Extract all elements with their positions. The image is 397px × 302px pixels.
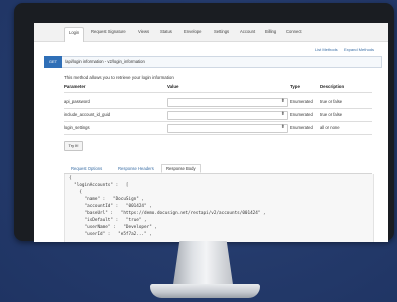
response-body-code[interactable]: { "loginAccounts" : [ { "name" : "DocuSi… (64, 174, 374, 242)
code-line: "userId" : "e5f7a2..." , (69, 232, 152, 237)
nav-tab-status[interactable]: Status (160, 27, 172, 37)
param-type: Enumerated (290, 125, 313, 130)
divider (64, 134, 372, 135)
code-line: "accountId" : "001424" , (69, 204, 152, 209)
select-arrow-icon: ⬍ (280, 124, 285, 130)
code-line: "loginAccounts" : [ (69, 183, 129, 188)
param-name: api_password (64, 99, 90, 104)
tab-request-options[interactable]: Request Options (71, 166, 102, 171)
select-arrow-icon: ⬍ (280, 111, 285, 117)
col-header-parameter: Parameter (64, 84, 86, 89)
param-type: Enumerated (290, 112, 313, 117)
param-value-select[interactable]: ⬍ (167, 124, 288, 133)
method-description: This method allows you to retrieve your … (64, 75, 174, 80)
param-description: true or false (320, 112, 343, 117)
http-verb-badge: GET (44, 56, 62, 68)
browser-screen: Login Request Signature Views Status Env… (34, 23, 388, 242)
code-line: { (69, 176, 72, 181)
nav-tab-billing[interactable]: Billing (265, 27, 276, 37)
nav-tab-envelope[interactable]: Envelope (184, 27, 201, 37)
nav-tab-connect[interactable]: Connect (286, 27, 302, 37)
param-description: true or false (320, 99, 343, 104)
select-arrow-icon: ⬍ (280, 98, 285, 104)
code-line: "name" : "DocuSign" , (69, 197, 145, 202)
monitor-bezel: Login Request Signature Views Status Env… (14, 3, 394, 242)
monitor-stand-neck (172, 241, 234, 287)
tab-response-headers[interactable]: Response Headers (118, 166, 154, 171)
param-value-select[interactable]: ⬍ (167, 98, 288, 107)
code-line: "userName" : "Developer" , (69, 225, 157, 230)
code-line: "isDefault" : "true" , (69, 218, 147, 223)
col-header-description: Description (320, 84, 345, 89)
nav-tab-views[interactable]: Views (138, 27, 149, 37)
param-value-select[interactable]: ⬍ (167, 111, 288, 120)
divider (64, 92, 372, 93)
nav-tab-request-signature[interactable]: Request Signature (91, 27, 126, 37)
nav-tab-login[interactable]: Login (64, 27, 85, 42)
nav-tab-account[interactable]: Account (240, 27, 255, 37)
nav-tab-settings[interactable]: Settings (214, 27, 229, 37)
top-nav: Login Request Signature Views Status Env… (34, 23, 388, 42)
method-path[interactable]: /api/login information - v2/login_inform… (65, 59, 145, 64)
code-line: "baseUrl" : "https://demo.docusign.net/r… (69, 211, 266, 216)
param-name: include_account_id_guid (64, 112, 111, 117)
divider (64, 108, 372, 109)
param-name: login_settings (64, 125, 90, 130)
code-line: { (69, 190, 82, 195)
param-description: all or none (320, 125, 340, 130)
expand-methods-link[interactable]: Expand Methods (344, 47, 374, 52)
try-it-button[interactable]: Try It! (64, 141, 83, 151)
divider (64, 121, 372, 122)
col-header-type: Type (290, 84, 300, 89)
tab-response-body[interactable]: Response Body (161, 164, 201, 173)
monitor-stand-base (150, 284, 260, 298)
list-methods-link[interactable]: List Methods (315, 47, 338, 52)
param-type: Enumerated (290, 99, 313, 104)
col-header-value: Value (167, 84, 179, 89)
